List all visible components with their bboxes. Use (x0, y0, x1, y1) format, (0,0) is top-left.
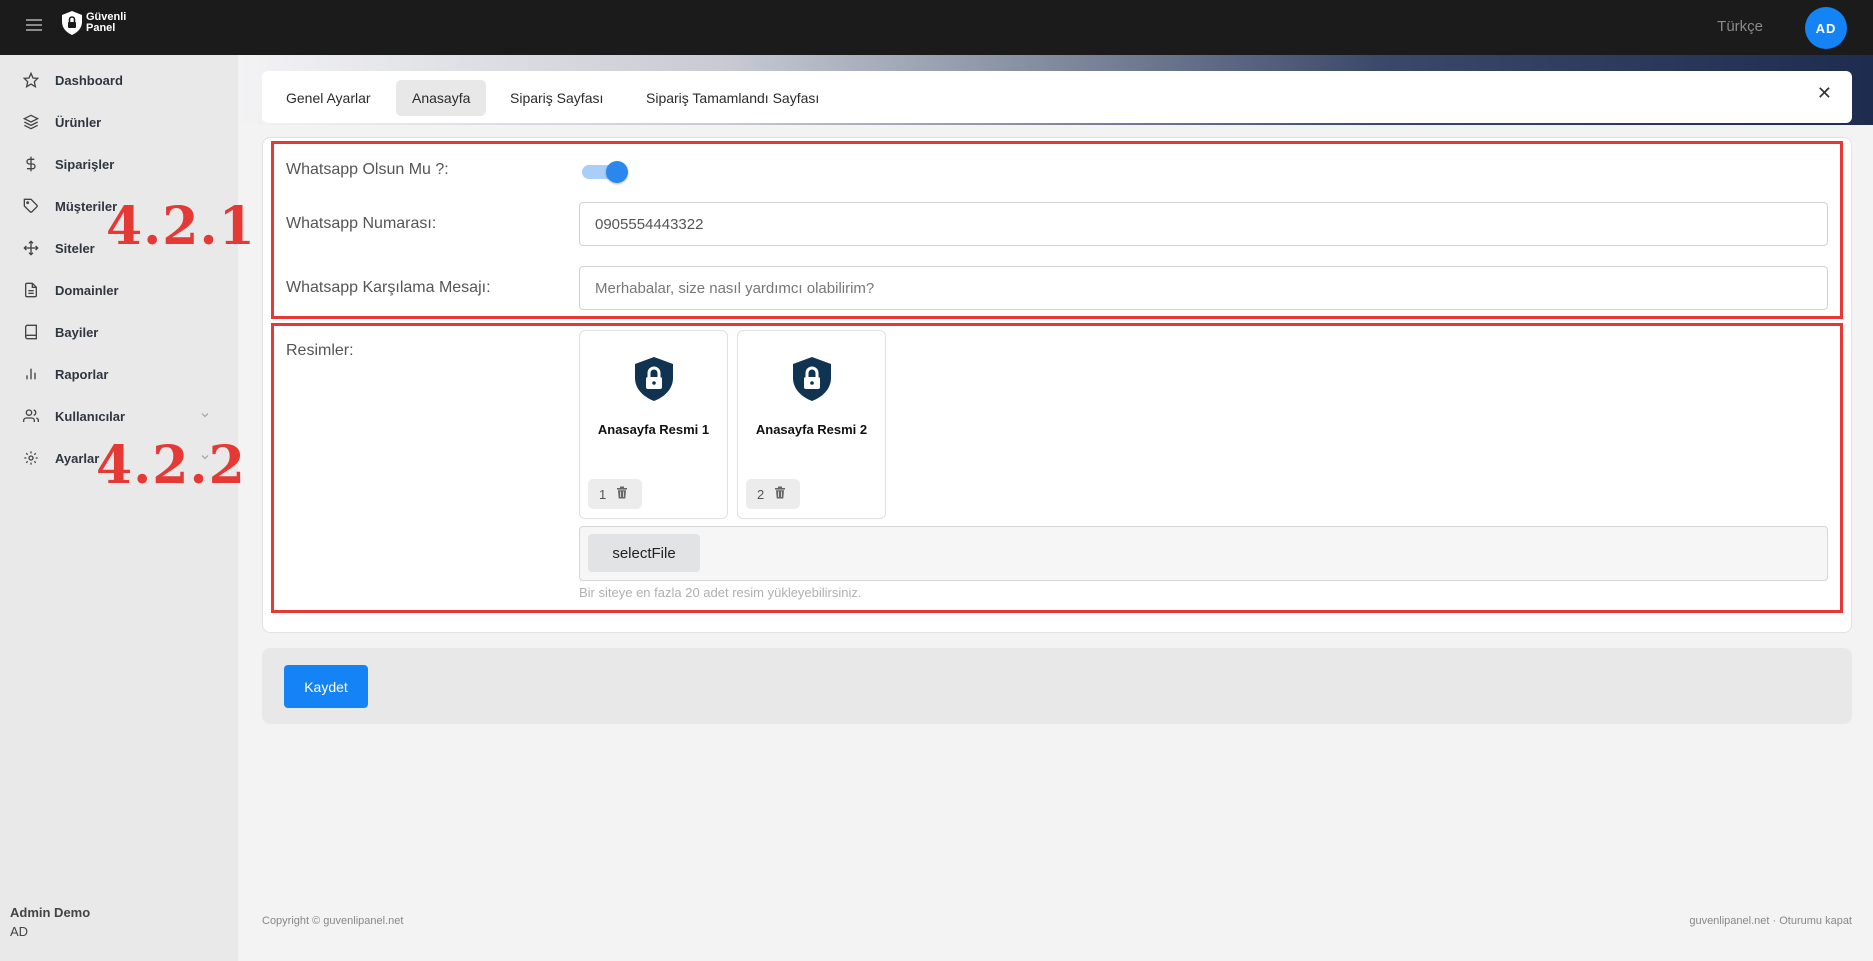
sidebar: Dashboard Ürünler Siparişler Müşteriler … (0, 55, 238, 961)
chevron-down-icon (199, 409, 211, 424)
app-logo[interactable]: Güvenli Panel (62, 11, 126, 35)
whatsapp-enabled-toggle[interactable] (582, 161, 630, 183)
shield-lock-icon (633, 356, 675, 407)
tab-homepage[interactable]: Anasayfa (396, 80, 487, 116)
whatsapp-message-input[interactable] (579, 266, 1828, 310)
close-icon[interactable]: ✕ (1817, 83, 1832, 104)
sidebar-item-dealers[interactable]: Bayiler (0, 314, 238, 350)
sidebar-item-label: Ayarlar (55, 450, 100, 466)
layers-icon (22, 113, 40, 131)
sidebar-item-label: Domainler (55, 282, 119, 298)
user-initials: AD (10, 924, 29, 939)
move-icon (22, 239, 40, 257)
sidebar-item-reports[interactable]: Raporlar (0, 356, 238, 392)
footer-site-link[interactable]: guvenlipanel.net (1689, 915, 1769, 927)
annotation-label-section-2: 4.2.2 (96, 435, 246, 496)
sidebar-item-label: Raporlar (55, 366, 109, 382)
shield-lock-icon (791, 356, 833, 407)
image-title: Anasayfa Resmi 1 (597, 422, 710, 437)
star-icon (22, 71, 40, 89)
book-icon (22, 323, 40, 341)
file-icon (22, 281, 40, 299)
trash-icon[interactable] (616, 486, 628, 502)
sidebar-item-domains[interactable]: Domainler (0, 272, 238, 308)
whatsapp-number-input[interactable] (579, 202, 1828, 246)
image-order-number: 1 (599, 486, 607, 502)
gear-icon (22, 449, 40, 467)
sidebar-item-orders[interactable]: Siparişler (0, 146, 238, 182)
tab-general-settings[interactable]: Genel Ayarlar (270, 80, 387, 116)
settings-tabs: Genel Ayarlar Anasayfa Sipariş Sayfası S… (262, 71, 1852, 123)
upload-hint-text: Bir siteye en fazla 20 adet resim yükley… (579, 585, 862, 600)
file-upload-area[interactable]: selectFile (579, 526, 1828, 581)
annotation-label-section-1: 4.2.1 (106, 196, 256, 257)
sidebar-item-products[interactable]: Ürünler (0, 104, 238, 140)
hamburger-menu-icon[interactable] (26, 19, 42, 33)
image-order-control[interactable]: 2 (746, 479, 800, 509)
tab-order-complete-page[interactable]: Sipariş Tamamlandı Sayfası (630, 80, 835, 116)
sidebar-item-label: Ürünler (55, 114, 102, 130)
sidebar-item-label: Kullanıcılar (55, 408, 126, 424)
image-order-number: 2 (757, 486, 765, 502)
dollar-icon (22, 155, 40, 173)
sidebar-item-label: Siteler (55, 240, 95, 256)
image-card: Anasayfa Resmi 2 2 (737, 330, 886, 519)
sidebar-item-label: Siparişler (55, 156, 115, 172)
sidebar-user-info: Admin Demo AD (10, 903, 90, 941)
select-file-button[interactable]: selectFile (588, 534, 700, 572)
whatsapp-number-label: Whatsapp Numarası: (286, 215, 437, 232)
image-order-control[interactable]: 1 (588, 479, 642, 509)
bar-chart-icon (22, 365, 40, 383)
whatsapp-message-label: Whatsapp Karşılama Mesajı: (286, 279, 491, 296)
image-title: Anasayfa Resmi 2 (755, 422, 868, 437)
logout-link[interactable]: Oturumu kapat (1779, 915, 1852, 927)
tab-order-page[interactable]: Sipariş Sayfası (494, 80, 619, 116)
sidebar-item-label: Dashboard (55, 72, 123, 88)
toggle-knob (606, 161, 628, 183)
footer-copyright: Copyright © guvenlipanel.net (262, 915, 404, 927)
users-icon (22, 407, 40, 425)
sidebar-item-label: Bayiler (55, 324, 99, 340)
top-bar: Güvenli Panel Türkçe AD (0, 0, 1873, 55)
action-bar: Kaydet (262, 648, 1852, 724)
footer-links: guvenlipanel.net · Oturumu kapat (1689, 915, 1852, 927)
footer-separator: · (1769, 915, 1780, 927)
shield-lock-logo-icon (62, 11, 82, 35)
sidebar-item-dashboard[interactable]: Dashboard (0, 62, 238, 98)
user-name: Admin Demo (10, 905, 91, 920)
user-avatar[interactable]: AD (1805, 7, 1847, 49)
image-card: Anasayfa Resmi 1 1 (579, 330, 728, 519)
whatsapp-enabled-label: Whatsapp Olsun Mu ?: (286, 161, 449, 178)
trash-icon[interactable] (774, 486, 786, 502)
images-label: Resimler: (286, 342, 354, 359)
logo-text: Güvenli Panel (86, 12, 126, 34)
language-selector[interactable]: Türkçe (1717, 18, 1763, 35)
tag-icon (22, 197, 40, 215)
logo-line-2: Panel (86, 22, 116, 34)
sidebar-item-users[interactable]: Kullanıcılar (0, 398, 238, 434)
save-button[interactable]: Kaydet (284, 665, 368, 708)
